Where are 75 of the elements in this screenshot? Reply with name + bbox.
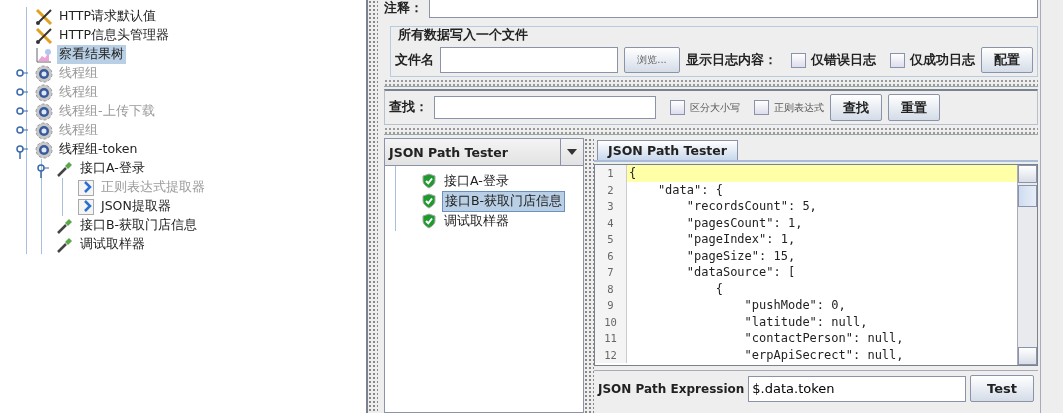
tab[interactable]: JSON Path Tester [597,140,738,160]
filename-label: 文件名 [395,51,434,69]
checkbox-label: 正则表达式 [774,100,824,115]
result-item[interactable]: 接口A-登录 [442,171,511,191]
search-field[interactable] [434,96,656,119]
shield-check-icon [422,193,436,209]
splitter-handle[interactable] [384,79,1038,87]
scrollbar[interactable] [1017,165,1037,365]
checkbox[interactable] [890,52,905,68]
checkbox[interactable] [754,100,769,115]
checkbox-label: 仅成功日志 [910,51,975,69]
code-line: "pagesCount": 1, [685,214,804,231]
tree-handle-icon[interactable] [37,164,49,178]
chart-icon [35,45,53,64]
result-item[interactable]: 调试取样器 [442,211,511,231]
browse-button[interactable]: 浏览... [624,47,680,73]
dropper-icon [56,159,74,178]
code-line: "pushMode": 0, [743,297,847,314]
group-title: 所有数据写入一个文件 [395,27,531,44]
code-line: "contactPerson": null, [743,330,905,347]
line-number: 9 [595,297,627,314]
tree-item[interactable]: HTTP请求默认值 [57,7,158,26]
caret-icon [567,149,577,155]
tree-item[interactable]: 接口B-获取门店信息 [78,216,200,235]
tools-icon [35,26,53,45]
splitter-handle[interactable] [584,138,594,413]
gear-icon [35,121,53,140]
comment-label: 注释： [384,0,423,17]
expression-field[interactable]: $.data.token [748,375,966,402]
tree-item[interactable]: 接口A-登录 [78,159,147,178]
gear-icon [35,102,53,121]
log-label: 显示日志内容： [686,51,777,69]
tree-item[interactable]: HTTP信息头管理器 [57,26,171,45]
tree-item[interactable]: JSON提取器 [99,197,173,216]
line-number: 5 [595,231,627,248]
code-line: "dataSource": [ [685,264,797,281]
tools-icon [35,7,53,26]
gear-icon [35,140,53,159]
dropper-icon [56,216,74,235]
config-button[interactable]: 配置 [981,47,1033,73]
checkbox[interactable] [791,52,806,68]
checkbox-label: 区分大小写 [690,100,740,115]
renderer-dropdown[interactable]: JSON Path Tester [385,139,583,166]
comment-field[interactable] [429,0,1038,18]
tree-item[interactable]: 察看结果树 [57,45,126,64]
checkbox[interactable] [670,100,685,115]
shield-check-icon [422,173,436,189]
code-line: "data": { [656,181,724,198]
test-button[interactable]: Test [970,375,1034,402]
result-item[interactable]: 接口B-获取门店信息 [442,190,566,212]
checkbox-label: 仅错误日志 [811,51,876,69]
code-line: "latitude": null, [743,313,869,330]
shield-check-icon [422,213,436,229]
tree-item[interactable]: 线程组-token [57,140,140,159]
search-panel-button[interactable]: 查找 [830,94,882,121]
tree-handle-icon[interactable] [16,145,28,159]
code-line: "pageSize": 15, [685,247,797,264]
gear-icon [35,83,53,102]
code-line: "erpApiSecrect": null, [743,346,905,363]
line-number: 7 [595,264,627,281]
line-number: 1 [595,165,627,182]
search-label: 查找： [389,99,428,116]
dropper-icon [56,235,74,254]
code-line: { [714,280,724,297]
code-line: "recordsCount": 5, [685,198,818,215]
splitter-handle[interactable] [384,127,1038,135]
tree-item[interactable]: 调试取样器 [78,235,147,254]
code-line: "pageIndex": 1, [685,231,797,248]
gear-icon [35,64,53,83]
splitter-handle[interactable] [368,0,378,413]
search-panel-button[interactable]: 重置 [888,94,940,121]
expression-label: JSON Path Expression [598,381,745,396]
line-number: 11 [595,330,627,347]
line-number: 3 [595,198,627,215]
filename-field[interactable] [440,47,618,73]
